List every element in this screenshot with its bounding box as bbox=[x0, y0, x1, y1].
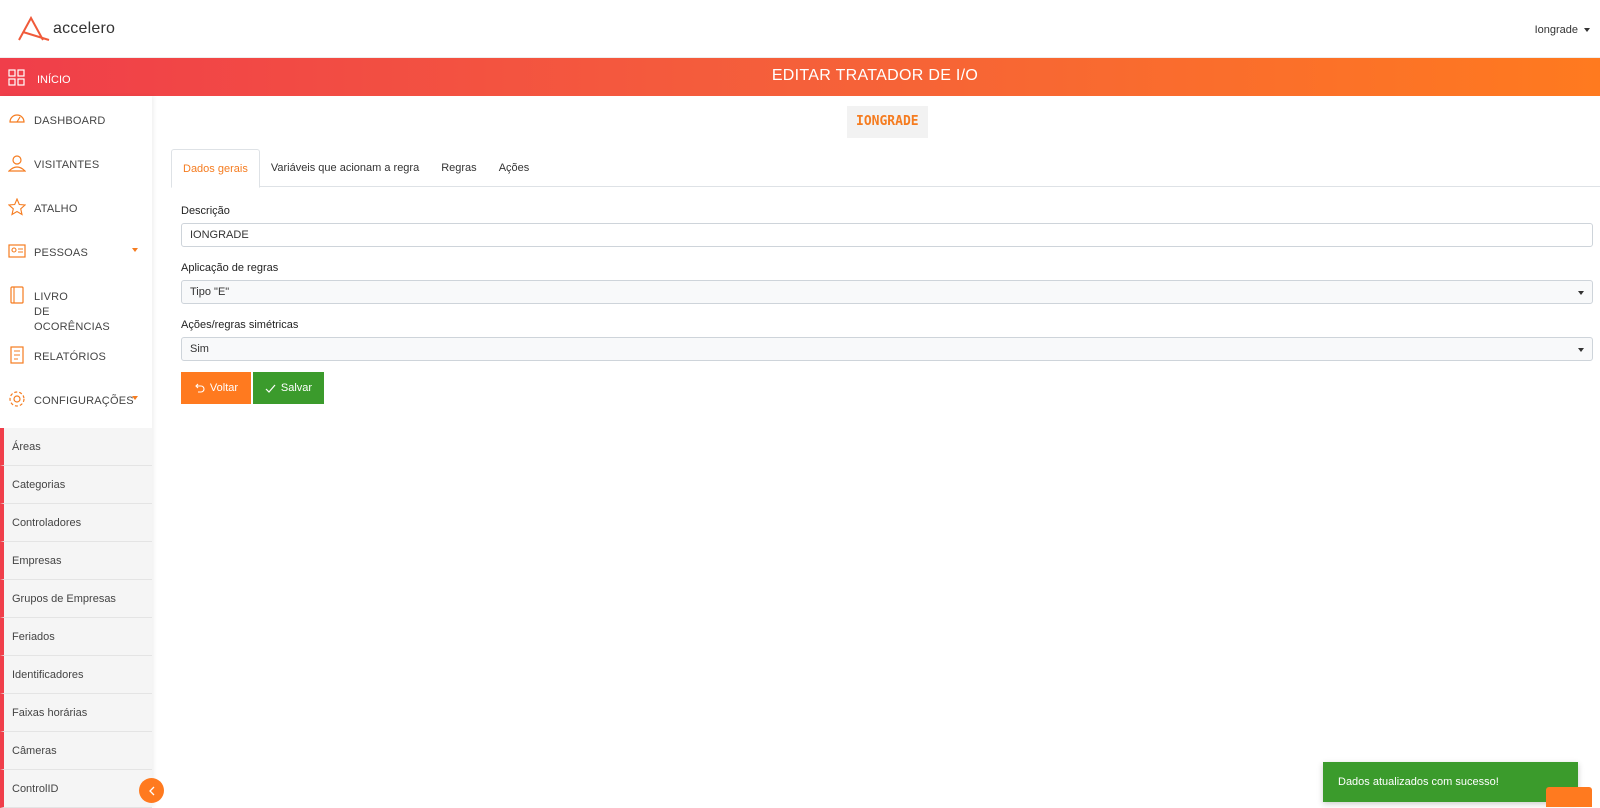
caret-down-icon bbox=[1578, 291, 1584, 295]
sidebar-item-label: PESSOAS bbox=[34, 247, 88, 259]
home-link[interactable]: INÍCIO bbox=[8, 69, 71, 86]
logo[interactable]: accelero bbox=[17, 16, 115, 42]
record-badge: IONGRADE bbox=[847, 106, 928, 138]
submenu-item-grupos-empresas[interactable]: Grupos de Empresas bbox=[0, 580, 152, 618]
save-label: Salvar bbox=[280, 382, 313, 394]
sidebar-item-pessoas[interactable]: PESSOAS bbox=[0, 242, 152, 261]
descricao-label: Descrição bbox=[181, 205, 230, 217]
descricao-input[interactable]: IONGRADE bbox=[181, 223, 1593, 247]
back-label: Voltar bbox=[209, 382, 239, 394]
acoes-simetricas-value: Sim bbox=[190, 343, 209, 355]
main-content: IONGRADE Dados gerais Variáveis que acio… bbox=[152, 96, 1600, 807]
submenu-item-identificadores[interactable]: Identificadores bbox=[0, 656, 152, 694]
aplicacao-value: Tipo "E" bbox=[190, 286, 230, 298]
sidebar-item-atalho[interactable]: ATALHO bbox=[0, 198, 152, 217]
report-icon bbox=[10, 346, 24, 364]
submenu-item-cameras[interactable]: Câmeras bbox=[0, 732, 152, 770]
scroll-top-button[interactable] bbox=[1546, 787, 1592, 807]
sidebar-item-label: VISITANTES bbox=[34, 159, 100, 171]
title-bar: INÍCIO EDITAR TRATADOR DE I/O bbox=[0, 58, 1600, 96]
sidebar-item-label: ATALHO bbox=[34, 203, 78, 215]
sidebar-item-visitantes[interactable]: VISITANTES bbox=[0, 154, 152, 173]
page-title: EDITAR TRATADOR DE I/O bbox=[771, 67, 979, 84]
tab-bar: Dados gerais Variáveis que acionam a reg… bbox=[171, 149, 1600, 188]
tab-regras[interactable]: Regras bbox=[430, 149, 487, 187]
submenu-item-empresas[interactable]: Empresas bbox=[0, 542, 152, 580]
sidebar-item-configuracoes[interactable]: CONFIGURAÇÕES bbox=[0, 390, 152, 409]
submenu-item-controlid[interactable]: ControlID bbox=[0, 770, 152, 808]
user-menu[interactable]: Iongrade bbox=[1535, 24, 1590, 36]
sidebar-item-relatorios[interactable]: RELATÓRIOS bbox=[0, 346, 152, 365]
submenu-item-categorias[interactable]: Categorias bbox=[0, 466, 152, 504]
sidebar-item-label: DASHBOARD bbox=[34, 115, 106, 127]
tab-variaveis[interactable]: Variáveis que acionam a regra bbox=[260, 149, 430, 187]
gear-icon bbox=[9, 391, 25, 407]
home-label: INÍCIO bbox=[37, 73, 71, 86]
user-name: Iongrade bbox=[1534, 24, 1578, 36]
sidebar-item-label: RELATÓRIOS bbox=[34, 351, 107, 363]
sidebar: DASHBOARD VISITANTES ATALHO PESSOAS LIVR… bbox=[0, 96, 152, 808]
submenu-item-controladores[interactable]: Controladores bbox=[0, 504, 152, 542]
submenu-item-faixas-horarias[interactable]: Faixas horárias bbox=[0, 694, 152, 732]
save-button[interactable]: Salvar bbox=[253, 372, 324, 404]
tab-acoes[interactable]: Ações bbox=[488, 149, 541, 187]
success-toast[interactable]: Dados atualizados com sucesso! bbox=[1323, 762, 1578, 802]
top-bar: accelero Iongrade bbox=[0, 0, 1600, 58]
star-icon bbox=[8, 198, 26, 216]
submenu-configuracoes: Áreas Categorias Controladores Empresas … bbox=[0, 428, 152, 808]
caret-down-icon bbox=[1578, 348, 1584, 352]
person-icon bbox=[8, 155, 26, 172]
chevron-down-icon bbox=[132, 248, 138, 252]
sidebar-item-dashboard[interactable]: DASHBOARD bbox=[0, 110, 152, 129]
back-button[interactable]: Voltar bbox=[181, 372, 251, 404]
sidebar-item-label: CONFIGURAÇÕES bbox=[34, 395, 134, 407]
acoes-simetricas-select[interactable]: Sim bbox=[181, 337, 1593, 361]
acoes-simetricas-label: Ações/regras simétricas bbox=[181, 319, 299, 331]
accelero-logo-icon bbox=[18, 16, 50, 41]
sidebar-item-livro[interactable]: LIVRO DE OCORÊNCIAS bbox=[0, 286, 152, 335]
submenu-item-areas[interactable]: Áreas bbox=[0, 428, 152, 466]
undo-icon bbox=[195, 383, 205, 393]
grid-icon bbox=[8, 69, 25, 86]
aplicacao-select[interactable]: Tipo "E" bbox=[181, 280, 1593, 304]
check-icon bbox=[265, 384, 276, 393]
aplicacao-label: Aplicação de regras bbox=[181, 262, 279, 274]
id-card-icon bbox=[8, 244, 26, 258]
caret-down-icon bbox=[1584, 28, 1590, 32]
general-data-form: Descrição IONGRADE Aplicação de regras T… bbox=[181, 204, 1593, 361]
submenu-item-feriados[interactable]: Feriados bbox=[0, 618, 152, 656]
dashboard-gauge-icon bbox=[9, 114, 25, 123]
sidebar-item-label: LIVRO DE OCORÊNCIAS bbox=[34, 291, 110, 333]
tab-dados-gerais[interactable]: Dados gerais bbox=[171, 149, 260, 188]
brand-name: accelero bbox=[53, 20, 116, 37]
chevron-down-icon bbox=[132, 396, 138, 400]
form-actions: Voltar Salvar bbox=[181, 372, 324, 404]
